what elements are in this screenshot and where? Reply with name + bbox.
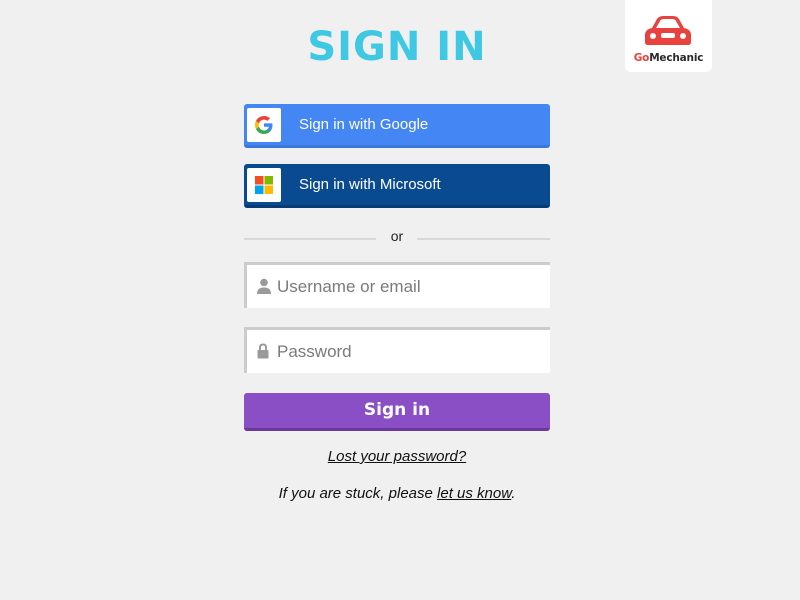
microsoft-icon: [255, 176, 273, 194]
brand-name: GoMechanic: [625, 52, 712, 64]
user-icon: [257, 278, 271, 294]
help-text-suffix: .: [511, 485, 516, 502]
car-icon: [645, 16, 691, 45]
microsoft-signin-label: Sign in with Microsoft: [299, 176, 441, 193]
lost-password-link[interactable]: Lost your password?: [0, 448, 794, 465]
google-icon: [255, 116, 273, 134]
password-input[interactable]: [277, 338, 537, 366]
help-text: If you are stuck, please let us know.: [0, 485, 794, 502]
divider-or-text: or: [390, 228, 404, 244]
lock-icon: [257, 343, 269, 359]
contact-link[interactable]: let us know: [437, 485, 511, 502]
brand-name-part1: Go: [633, 52, 650, 64]
username-field: [244, 262, 550, 308]
microsoft-icon-box: [247, 168, 281, 202]
brand-name-part2: Mechanic: [649, 52, 704, 64]
password-field: [244, 327, 550, 373]
divider-line-left: [244, 238, 376, 240]
microsoft-signin-button[interactable]: Sign in with Microsoft: [244, 164, 550, 208]
google-signin-label: Sign in with Google: [299, 116, 429, 133]
help-text-prefix: If you are stuck, please: [278, 485, 438, 502]
brand-logo: GoMechanic: [625, 0, 712, 72]
sign-in-button[interactable]: Sign in: [244, 393, 550, 431]
google-signin-button[interactable]: Sign in with Google: [244, 104, 550, 148]
google-icon-box: [247, 108, 281, 142]
divider-line-right: [417, 238, 550, 240]
username-input[interactable]: [277, 273, 537, 301]
